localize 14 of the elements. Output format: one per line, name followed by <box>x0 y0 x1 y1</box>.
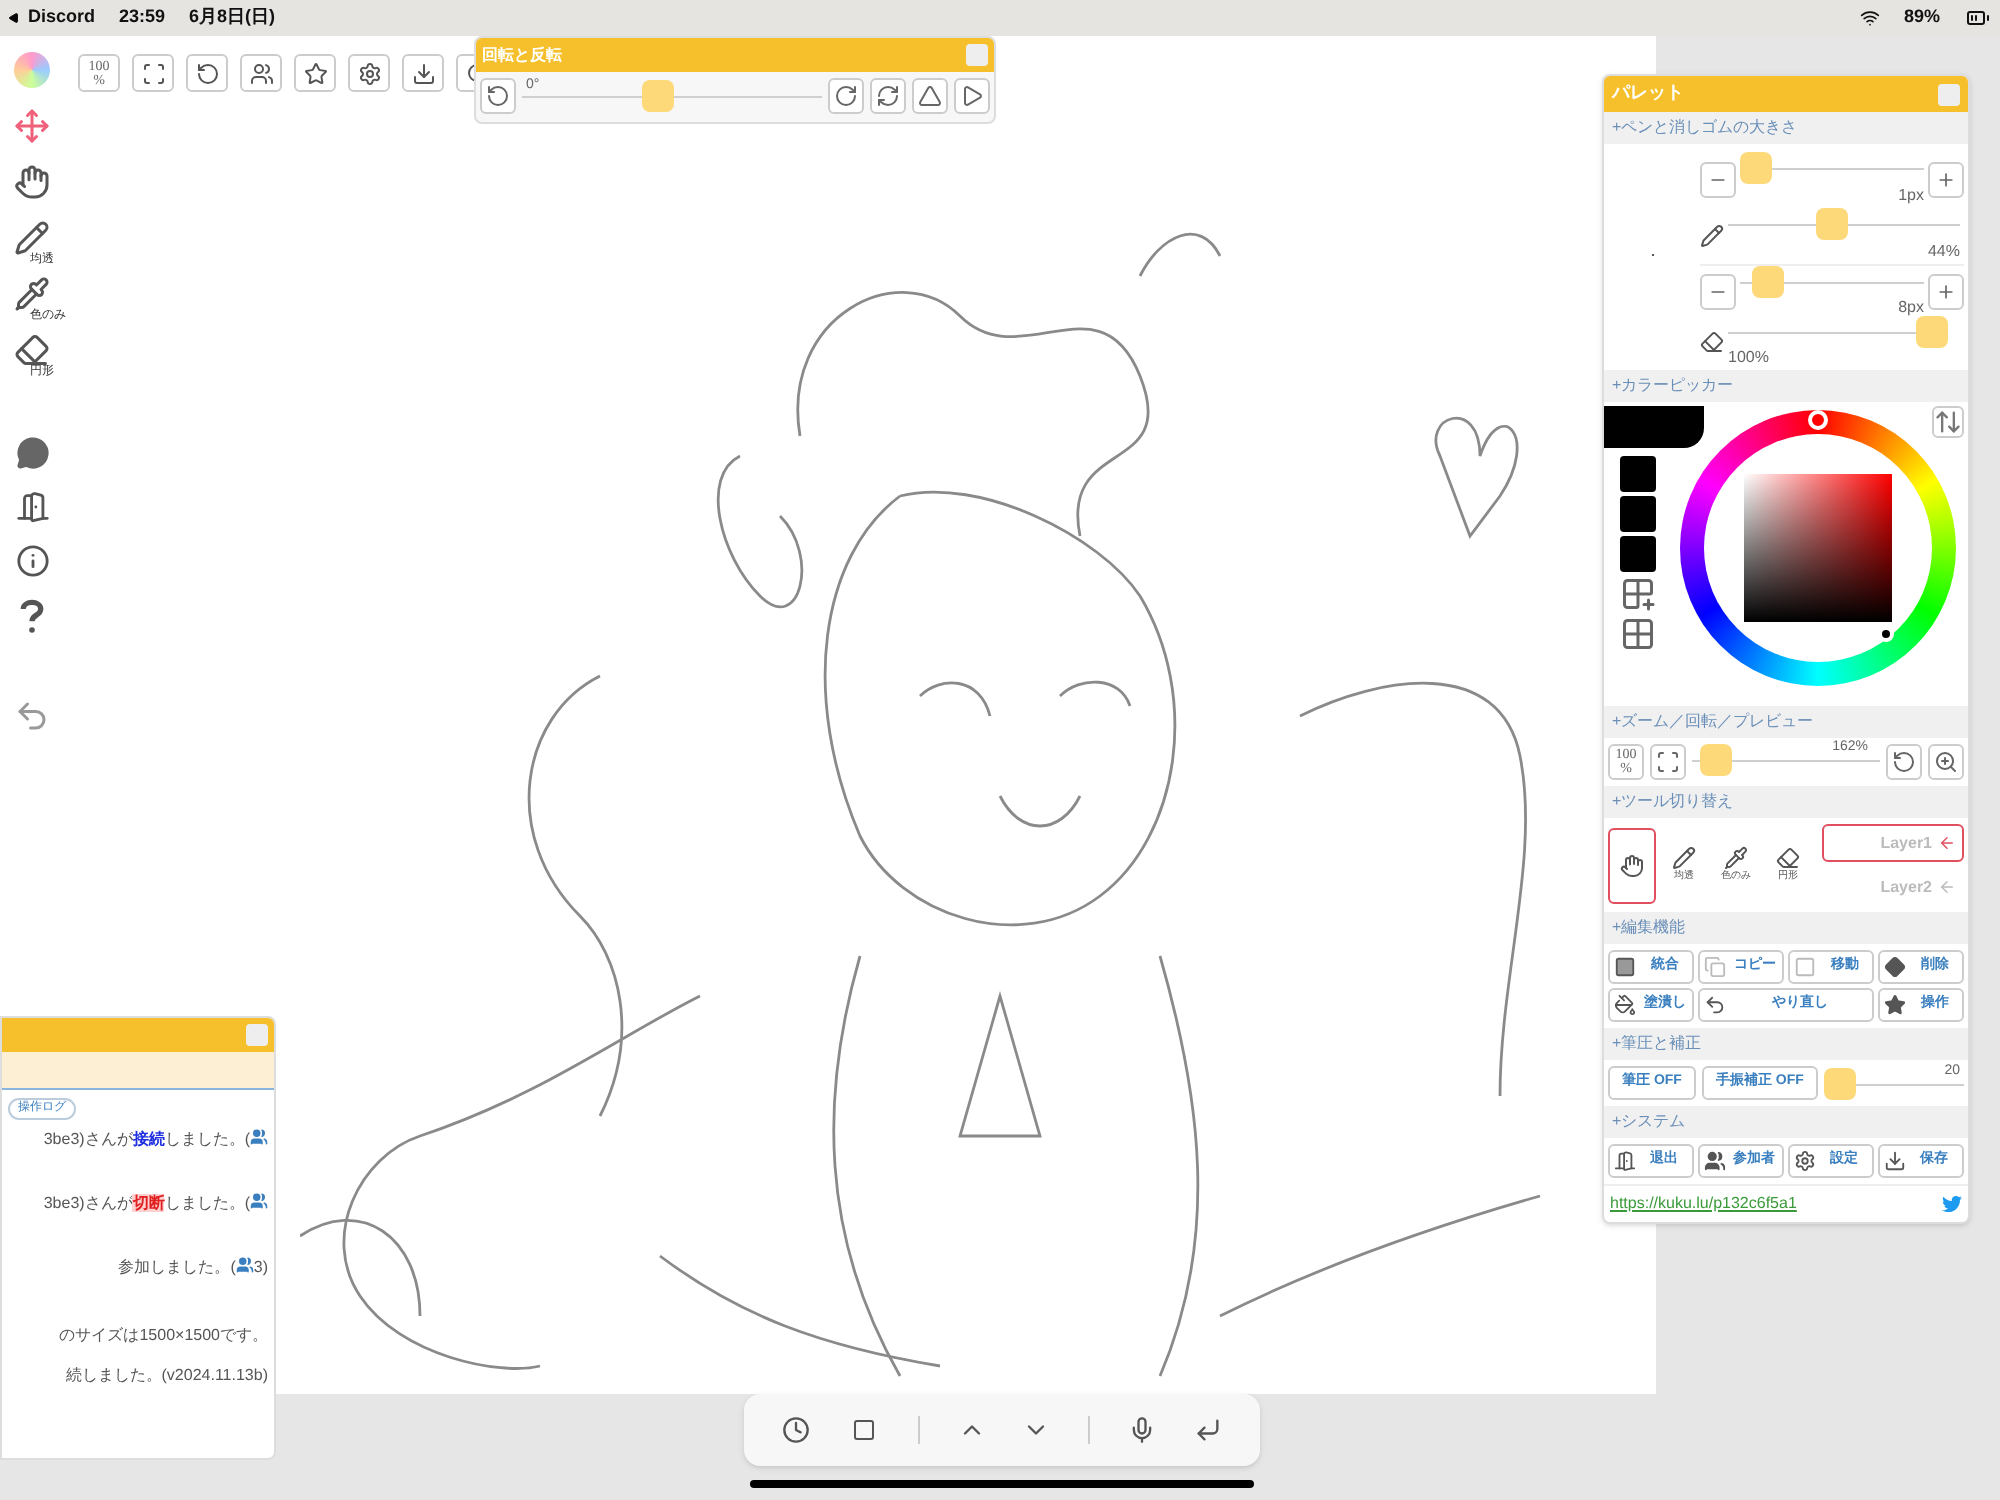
eraser-size-reading: 8px <box>1898 298 1924 316</box>
chat-message: 3be3)さんが切断しました。( <box>43 1192 250 1216</box>
pen-size-reading: 1px <box>1898 184 1924 208</box>
pen-opacity-reading: 44% <box>1927 240 1960 264</box>
chat-count: 3) <box>253 1256 268 1280</box>
eraser-opacity-reading: 100% <box>1728 348 1771 366</box>
battery-percent: 89% <box>1903 4 1940 31</box>
chat-message: 続しました。(v2024.11.13b) <box>65 1364 268 1388</box>
chat-message: 参加しました。( <box>118 1256 236 1280</box>
panel-title: 回転と反転 <box>482 43 562 67</box>
status-time: 23:59 <box>119 4 166 31</box>
chat-message: 3be3)さんが接続しました。( <box>43 1128 250 1152</box>
chat-message: のサイズは1500×1500です。 <box>59 1324 268 1348</box>
status-date: 6月8日(日) <box>189 4 276 31</box>
